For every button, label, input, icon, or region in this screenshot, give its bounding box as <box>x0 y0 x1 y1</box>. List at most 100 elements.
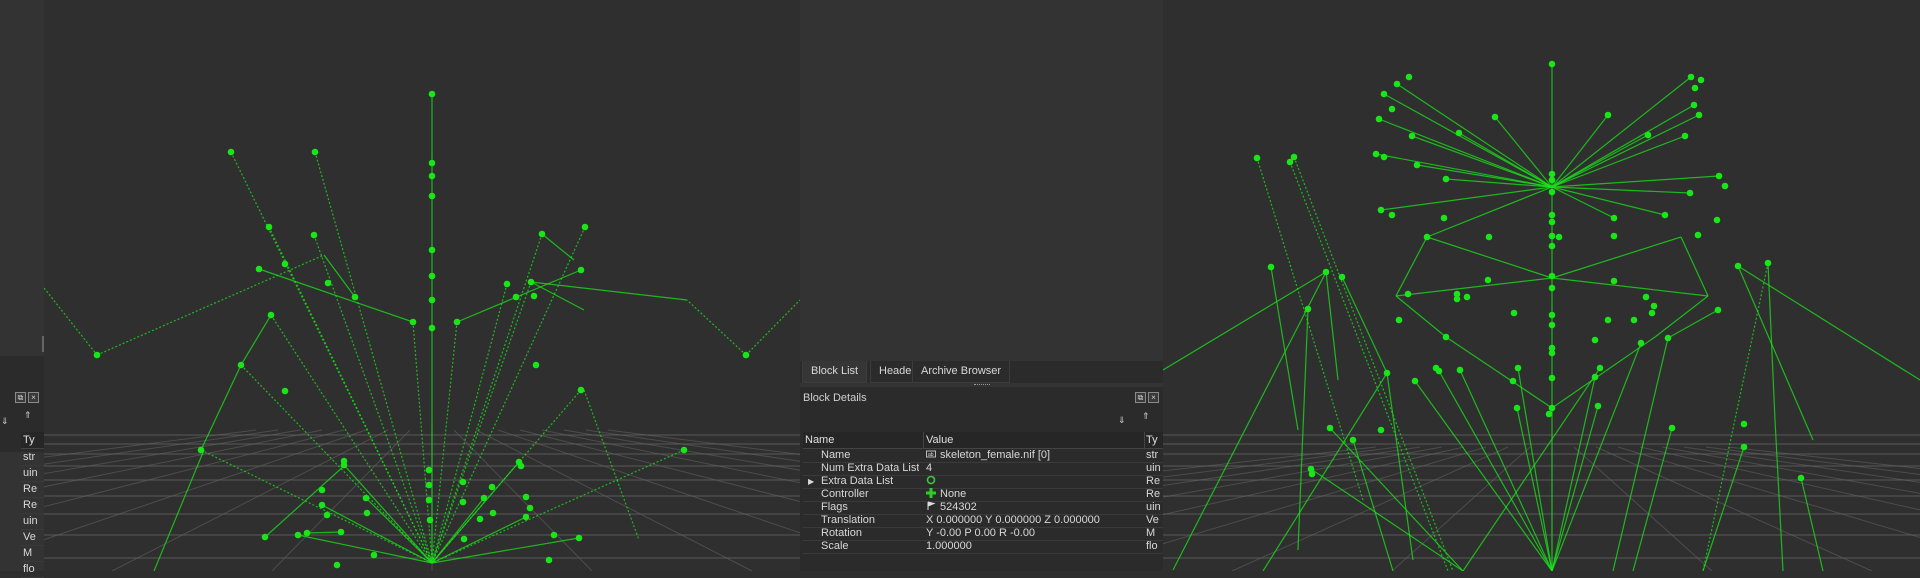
bone-line <box>1737 265 1920 381</box>
table-row[interactable]: Controller None Re <box>803 488 1163 502</box>
close-dock-button[interactable]: × <box>1148 392 1159 403</box>
joint-dot <box>303 529 311 537</box>
joint-dot <box>1455 129 1463 137</box>
bone-line <box>1325 271 1339 381</box>
joint-dot <box>1423 233 1431 241</box>
table-row[interactable]: Num Extra Data List 4 uin <box>803 462 1163 476</box>
table-row[interactable]: Flags 524302 uin <box>803 501 1163 515</box>
joint-dot <box>1395 316 1403 324</box>
field-value-cell[interactable]: 1.000000 <box>926 540 972 553</box>
grid-line <box>111 429 389 571</box>
joint-dot <box>1377 206 1385 214</box>
table-row[interactable]: Name ab skeleton_female.nif [0] str <box>803 449 1163 463</box>
grid-line <box>271 429 411 571</box>
joint-dot <box>1610 232 1618 240</box>
table-row[interactable]: uin <box>21 465 44 482</box>
table-row[interactable]: uin <box>21 513 44 530</box>
bone-line <box>431 497 485 564</box>
joint-dot <box>1548 188 1556 196</box>
joint-dot <box>1380 153 1388 161</box>
field-value-cell[interactable]: Y -0.00 P 0.00 R -0.00 <box>926 527 1035 540</box>
type-cell: Re <box>23 483 38 495</box>
tab-block-list[interactable]: Block List <box>802 361 868 383</box>
table-row[interactable]: Rotation Y -0.00 P 0.00 R -0.00 M <box>803 527 1163 541</box>
joint-dot <box>480 494 488 502</box>
type-column-header[interactable]: Ty <box>1145 432 1164 449</box>
value-column-header[interactable]: Value <box>924 432 1145 449</box>
joint-dot <box>1721 182 1729 190</box>
joint-dot <box>1388 211 1396 219</box>
grid-line <box>541 429 800 484</box>
joint-dot <box>1610 214 1618 222</box>
type-cell: Ve <box>23 531 36 543</box>
expand-all-icon[interactable]: ⇑ <box>24 410 32 421</box>
joint-dot <box>425 496 433 504</box>
grid-line <box>497 429 800 534</box>
table-row[interactable]: Re <box>21 481 44 498</box>
joint-dot <box>1393 80 1401 88</box>
table-row[interactable]: Scale 1.000000 flo <box>803 540 1163 554</box>
joint-dot <box>1510 309 1518 317</box>
joint-dot <box>522 493 530 501</box>
type-cell: uin <box>23 467 38 479</box>
field-value-cell[interactable]: 4 <box>926 462 932 475</box>
field-value: 4 <box>926 462 933 474</box>
collapse-all-icon[interactable]: ⇓ <box>1 416 9 427</box>
tab-archive-browser[interactable]: Archive Browser <box>912 361 1011 383</box>
joint-dot <box>1463 293 1471 301</box>
left-3d-viewport[interactable] <box>44 0 800 571</box>
table-row[interactable]: str <box>21 449 44 466</box>
table-row[interactable]: Ve <box>21 529 44 546</box>
bone-line <box>686 299 747 356</box>
field-value-cell[interactable] <box>926 475 940 488</box>
float-dock-button[interactable]: ⧉ <box>1135 392 1146 403</box>
joint-dot <box>1440 214 1448 222</box>
close-dock-button[interactable]: × <box>28 392 39 403</box>
joint-dot <box>1435 367 1443 375</box>
joint-dot <box>428 172 436 180</box>
table-row[interactable]: ▶ Extra Data List Re <box>803 475 1163 489</box>
expand-all-icon[interactable]: ⇑ <box>1142 411 1150 422</box>
joint-dot <box>294 531 302 539</box>
field-value-cell[interactable]: X 0.000000 Y 0.000000 Z 0.000000 <box>926 514 1100 527</box>
table-row[interactable]: Translation X 0.000000 Y 0.000000 Z 0.000… <box>803 514 1163 528</box>
float-dock-button[interactable]: ⧉ <box>15 392 26 403</box>
field-name: Name <box>821 449 851 461</box>
collapse-all-icon[interactable]: ⇓ <box>1118 415 1126 426</box>
right-3d-viewport[interactable] <box>1163 0 1920 571</box>
field-value: 524302 <box>940 501 977 513</box>
bone-line <box>1551 134 1649 188</box>
name-column-header[interactable]: Name <box>803 432 924 449</box>
joint-dot <box>1413 161 1421 169</box>
field-value-cell[interactable]: None <box>926 488 966 501</box>
field-value-cell[interactable]: 524302 <box>926 501 977 514</box>
middle-panel: Block List Header Archive Browser Block … <box>800 0 1164 571</box>
joint-dot <box>237 361 245 369</box>
expand-arrow-icon[interactable]: ▶ <box>808 475 814 488</box>
joint-dot <box>351 293 359 301</box>
joint-dot <box>428 90 436 98</box>
type-cell: Re <box>23 499 38 511</box>
bone-line <box>306 531 342 534</box>
skeleton-render-left[interactable] <box>44 0 800 571</box>
joint-dot <box>1377 426 1385 434</box>
joint-dot <box>1797 474 1805 482</box>
field-type: Re <box>1146 475 1161 487</box>
table-row[interactable]: flo <box>21 561 44 578</box>
joint-dot <box>1253 154 1261 162</box>
joint-dot <box>1548 349 1556 357</box>
field-value-cell[interactable]: ab skeleton_female.nif [0] <box>926 449 1050 462</box>
joint-dot <box>425 466 433 474</box>
joint-dot <box>1326 424 1334 432</box>
bone-line <box>1256 157 1364 501</box>
joint-dot <box>426 516 434 524</box>
table-row[interactable]: Re <box>21 497 44 514</box>
joint-dot <box>1545 410 1553 418</box>
skeleton-render-right[interactable] <box>1163 0 1920 571</box>
joint-dot <box>1548 404 1556 412</box>
joint-dot <box>428 246 436 254</box>
bone-line <box>1426 236 1553 279</box>
table-row[interactable]: M <box>21 545 44 562</box>
joint-dot <box>1375 115 1383 123</box>
joint-dot <box>550 531 558 539</box>
